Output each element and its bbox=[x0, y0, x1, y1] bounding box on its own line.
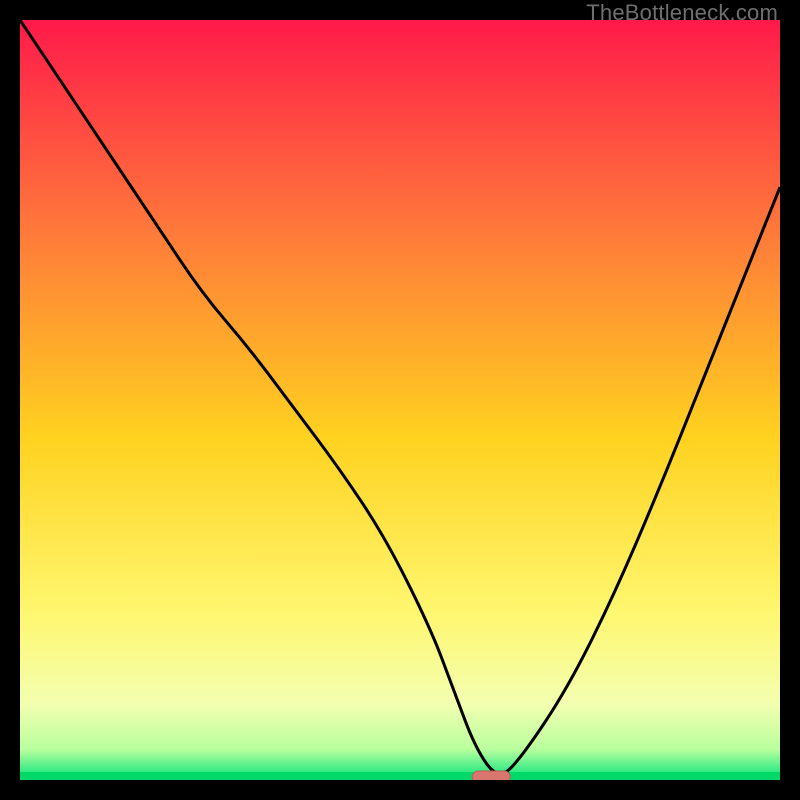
optimum-marker bbox=[472, 771, 510, 780]
plot-area bbox=[20, 20, 780, 780]
chart-frame: TheBottleneck.com bbox=[0, 0, 800, 800]
chart-svg bbox=[20, 20, 780, 780]
gradient-rect bbox=[20, 20, 780, 780]
bottom-strip bbox=[20, 772, 780, 780]
